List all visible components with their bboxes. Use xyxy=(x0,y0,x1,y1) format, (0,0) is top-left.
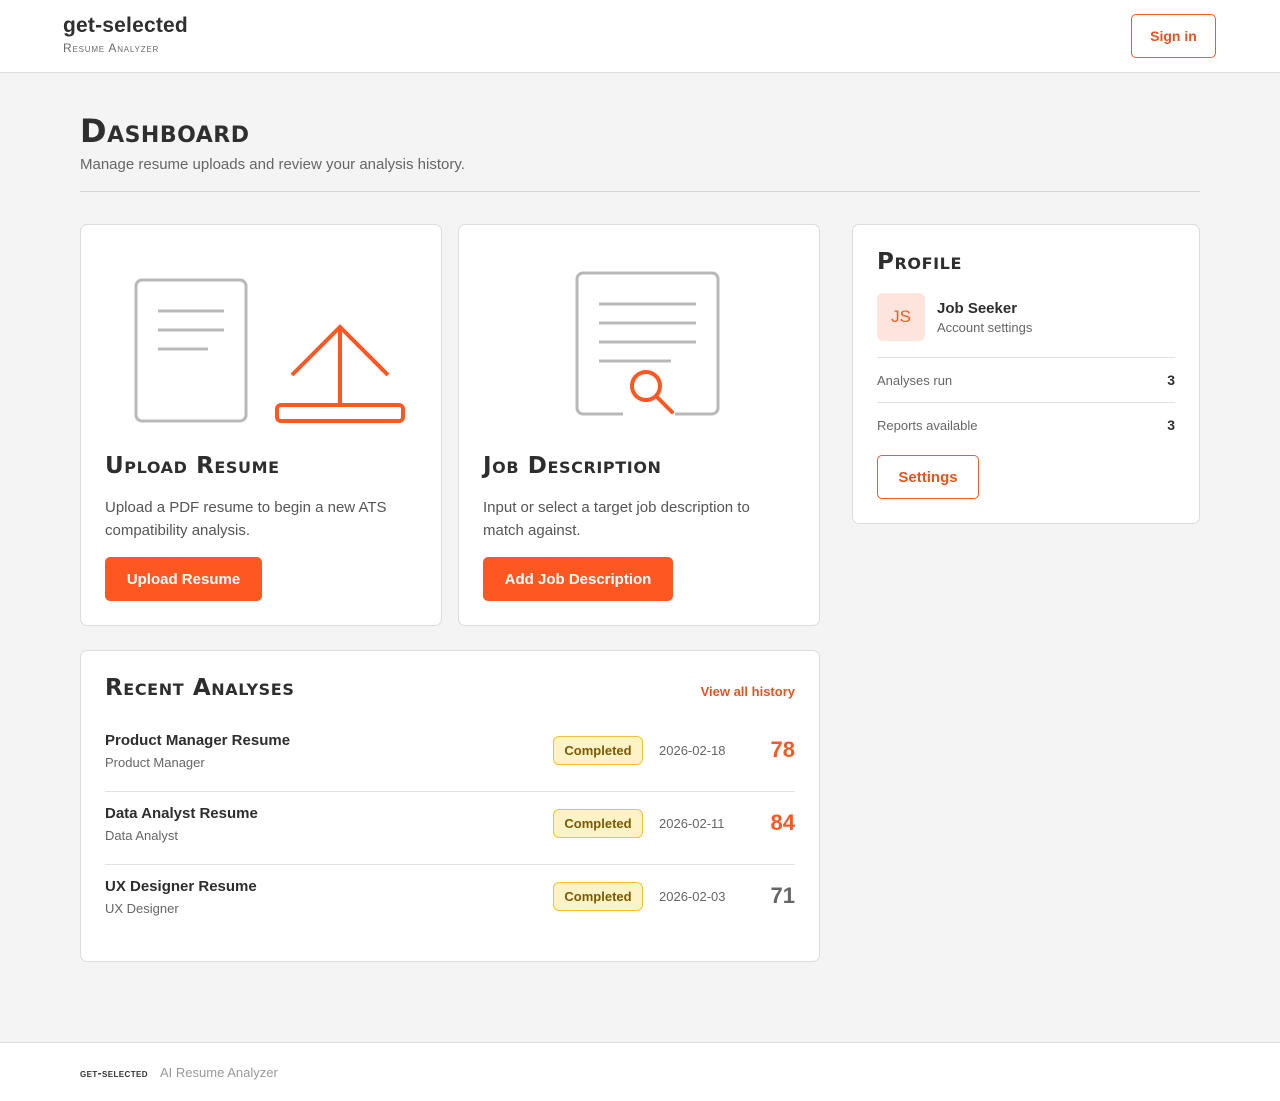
upload-resume-card: Upload Resume Upload a PDF resume to beg… xyxy=(80,224,442,626)
job-card-title: Job Description xyxy=(483,453,662,479)
upload-icon xyxy=(275,324,405,423)
footer-text: AI Resume Analyzer xyxy=(160,1065,278,1080)
title-divider xyxy=(80,191,1200,192)
stat-value: 3 xyxy=(1167,417,1175,433)
analysis-score: 71 xyxy=(770,883,795,908)
stat-label: Reports available xyxy=(877,417,978,433)
recent-analyses-card: Recent Analyses View all history Product… xyxy=(80,650,820,962)
document-search-icon xyxy=(575,271,720,417)
stat-reports-available: Reports available 3 xyxy=(877,402,1175,447)
profile-name: Job Seeker xyxy=(937,300,1018,317)
analysis-row[interactable]: Data Analyst Resume Data Analyst Complet… xyxy=(105,792,795,865)
analysis-date: 2026-02-03 xyxy=(659,889,726,904)
stat-analyses-run: Analyses run 3 xyxy=(877,357,1175,402)
analysis-score: 78 xyxy=(770,737,795,762)
upload-card-description: Upload a PDF resume to begin a new ATS c… xyxy=(105,499,387,539)
analysis-role: Data Analyst xyxy=(105,828,178,843)
analysis-score: 84 xyxy=(770,810,795,835)
upload-resume-button[interactable]: Upload Resume xyxy=(105,557,262,601)
page-title: Dashboard xyxy=(80,112,250,150)
settings-button[interactable]: Settings xyxy=(877,455,979,499)
analysis-date: 2026-02-18 xyxy=(659,743,726,758)
analysis-date: 2026-02-11 xyxy=(659,816,725,831)
profile-title: Profile xyxy=(877,249,962,275)
job-card-description: Input or select a target job description… xyxy=(483,499,750,539)
analysis-row[interactable]: Product Manager Resume Product Manager C… xyxy=(105,719,795,792)
upload-card-title: Upload Resume xyxy=(105,453,280,479)
sign-in-button[interactable]: Sign in xyxy=(1131,14,1216,58)
footer-brand: get-selected xyxy=(80,1066,148,1080)
stat-value: 3 xyxy=(1167,372,1175,388)
analysis-title: Product Manager Resume xyxy=(105,732,291,749)
account-settings-link[interactable]: Account settings xyxy=(937,320,1032,335)
analysis-role: Product Manager xyxy=(105,755,205,770)
analysis-row[interactable]: UX Designer Resume UX Designer Completed… xyxy=(105,865,795,938)
status-badge: Completed xyxy=(553,736,643,765)
stat-label: Analyses run xyxy=(877,372,953,388)
top-bar: get-selected Resume Analyzer Sign in xyxy=(0,0,1280,73)
brand-tagline: Resume Analyzer xyxy=(63,41,160,55)
status-badge: Completed xyxy=(553,809,643,838)
job-description-card: Job Description Input or select a target… xyxy=(458,224,820,626)
profile-card: Profile JS Job Seeker Account settings A… xyxy=(852,224,1200,524)
analysis-title: Data Analyst Resume xyxy=(105,805,258,822)
analysis-title: UX Designer Resume xyxy=(105,878,257,895)
page-subtitle: Manage resume uploads and review your an… xyxy=(80,156,465,173)
avatar: JS xyxy=(877,293,925,341)
status-badge: Completed xyxy=(553,882,643,911)
recent-analyses-title: Recent Analyses xyxy=(105,675,295,701)
add-job-description-button[interactable]: Add Job Description xyxy=(483,557,673,601)
footer: get-selected AI Resume Analyzer xyxy=(0,1042,1280,1101)
analysis-role: UX Designer xyxy=(105,901,179,916)
view-all-history-link[interactable]: View all history xyxy=(701,684,795,699)
brand-title[interactable]: get-selected xyxy=(63,14,188,38)
